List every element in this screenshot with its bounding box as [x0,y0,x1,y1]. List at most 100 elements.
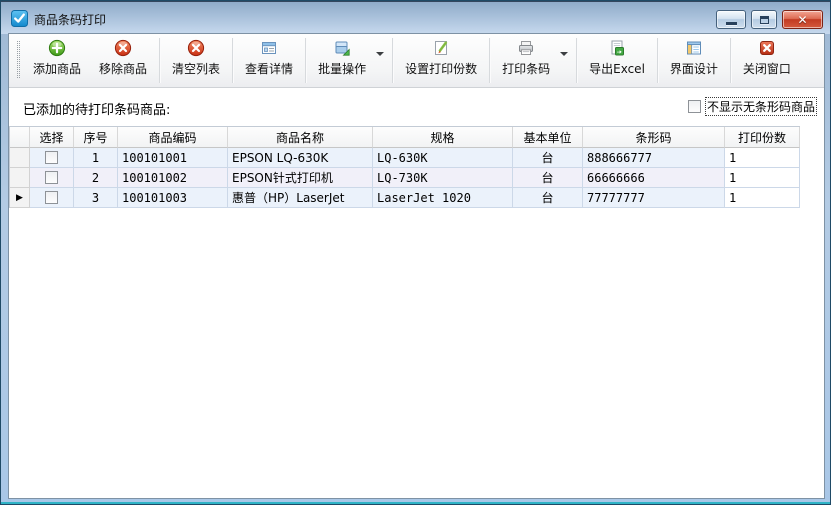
product-name-cell: 惠普（HP）LaserJet [228,188,373,208]
toolbar-button-label: 添加商品 [33,60,81,77]
toolbar-button-label: 批量操作 [318,60,366,77]
toolbar-separator [392,38,393,83]
toolbar-button-label: 移除商品 [99,60,147,77]
filter-checkbox[interactable] [688,100,701,113]
current-row-arrow-icon: ▶ [10,188,30,208]
row-indicator-cell [10,148,30,168]
toolbar-separator [657,38,658,83]
column-header-copies[interactable]: 打印份数 [725,127,800,148]
toolbar-button-label: 导出Excel [589,60,645,77]
content-area: 添加商品 移除商品 [9,34,824,498]
row-select-cell[interactable] [30,168,74,188]
table-row[interactable]: 1 100101001 EPSON LQ-630K LQ-630K 台 8886… [10,148,800,168]
toolbar-button-label: 清空列表 [172,60,220,77]
toolbar-separator [576,38,577,83]
ui-design-button[interactable]: 界面设计 [661,34,727,87]
toolbar-separator [159,38,160,83]
filter-checkbox-label: 不显示无条形码商品 [705,97,817,116]
set-print-copies-button[interactable]: 设置打印份数 [396,34,486,87]
toolbar-button-label: 查看详情 [245,60,293,77]
window-title: 商品条码打印 [34,11,106,28]
product-code-cell: 100101002 [118,168,228,188]
row-indicator-header [10,127,30,148]
view-details-button[interactable]: 查看详情 [236,34,302,87]
export-excel-button[interactable]: 导出Excel [580,34,654,87]
export-excel-icon [608,39,626,57]
add-icon [48,39,66,57]
grid-header-row: 选择 序号 商品编码 商品名称 规格 基本单位 条形码 打印份数 [10,127,800,148]
ui-design-icon [685,39,703,57]
column-header-spec[interactable]: 规格 [373,127,513,148]
batch-operations-button[interactable]: 批量操作 [309,34,375,87]
column-header-barcode[interactable]: 条形码 [583,127,725,148]
column-header-index[interactable]: 序号 [74,127,118,148]
table-row-current[interactable]: ▶ 3 100101003 惠普（HP）LaserJet LaserJet 10… [10,188,800,208]
row-checkbox[interactable] [45,151,58,164]
barcode-cell: 888666777 [583,148,725,168]
clear-list-button[interactable]: 清空列表 [163,34,229,87]
minimize-button[interactable] [716,10,746,29]
app-logo-icon [11,10,28,27]
print-copies-cell[interactable]: 1 [725,148,800,168]
toolbar-button-label: 打印条码 [502,60,550,77]
barcode-cell: 66666666 [583,168,725,188]
print-copies-cell[interactable]: 1 [725,188,800,208]
column-header-unit[interactable]: 基本单位 [513,127,583,148]
row-index-cell: 3 [74,188,118,208]
restore-button[interactable] [751,10,777,29]
add-product-button[interactable]: 添加商品 [24,34,90,87]
restore-icon [760,16,769,24]
print-barcode-dropdown[interactable] [559,34,573,87]
details-icon [260,39,278,57]
remove-product-button[interactable]: 移除商品 [90,34,156,87]
titlebar[interactable]: 商品条码打印 ✕ [1,1,830,34]
info-bar: 已添加的待打印条码商品: 不显示无条形码商品 [9,88,824,126]
unit-cell: 台 [513,148,583,168]
toolbar-separator [232,38,233,83]
window-controls: ✕ [716,10,823,29]
row-select-cell[interactable] [30,188,74,208]
edit-copies-icon [432,39,450,57]
chevron-down-icon [376,52,384,56]
added-products-label: 已添加的待打印条码商品: [23,99,170,118]
table-row[interactable]: 2 100101002 EPSON针式打印机 LQ-730K 台 6666666… [10,168,800,188]
close-window-button[interactable]: 关闭窗口 [734,34,800,87]
toolbar-button-label: 界面设计 [670,60,718,77]
hide-no-barcode-filter[interactable]: 不显示无条形码商品 [688,97,817,116]
row-checkbox[interactable] [45,191,58,204]
window-bottom-edge [1,502,830,504]
clear-icon [187,39,205,57]
spec-cell: LQ-630K [373,148,513,168]
product-code-cell: 100101003 [118,188,228,208]
row-indicator-cell [10,168,30,188]
row-index-cell: 2 [74,168,118,188]
close-icon: ✕ [797,14,807,26]
column-header-code[interactable]: 商品编码 [118,127,228,148]
unit-cell: 台 [513,188,583,208]
batch-operations-dropdown[interactable] [375,34,389,87]
batch-icon [333,39,351,57]
column-header-select[interactable]: 选择 [30,127,74,148]
row-select-cell[interactable] [30,148,74,168]
toolbar-separator [305,38,306,83]
print-barcode-button[interactable]: 打印条码 [493,34,559,87]
product-code-cell: 100101001 [118,148,228,168]
spec-cell: LaserJet 1020 [373,188,513,208]
product-name-cell: EPSON针式打印机 [228,168,373,188]
print-copies-cell[interactable]: 1 [725,168,800,188]
close-window-icon [758,39,776,57]
row-checkbox[interactable] [45,171,58,184]
toolbar: 添加商品 移除商品 [9,34,824,88]
close-button[interactable]: ✕ [782,10,823,29]
toolbar-button-label: 设置打印份数 [405,60,477,77]
toolbar-separator [730,38,731,83]
app-window: 商品条码打印 ✕ 添加商品 [0,0,831,505]
toolbar-separator [489,38,490,83]
row-index-cell: 1 [74,148,118,168]
remove-icon [114,39,132,57]
chevron-down-icon [560,52,568,56]
toolbar-grip[interactable] [17,41,20,78]
column-header-name[interactable]: 商品名称 [228,127,373,148]
toolbar-button-label: 关闭窗口 [743,60,791,77]
unit-cell: 台 [513,168,583,188]
